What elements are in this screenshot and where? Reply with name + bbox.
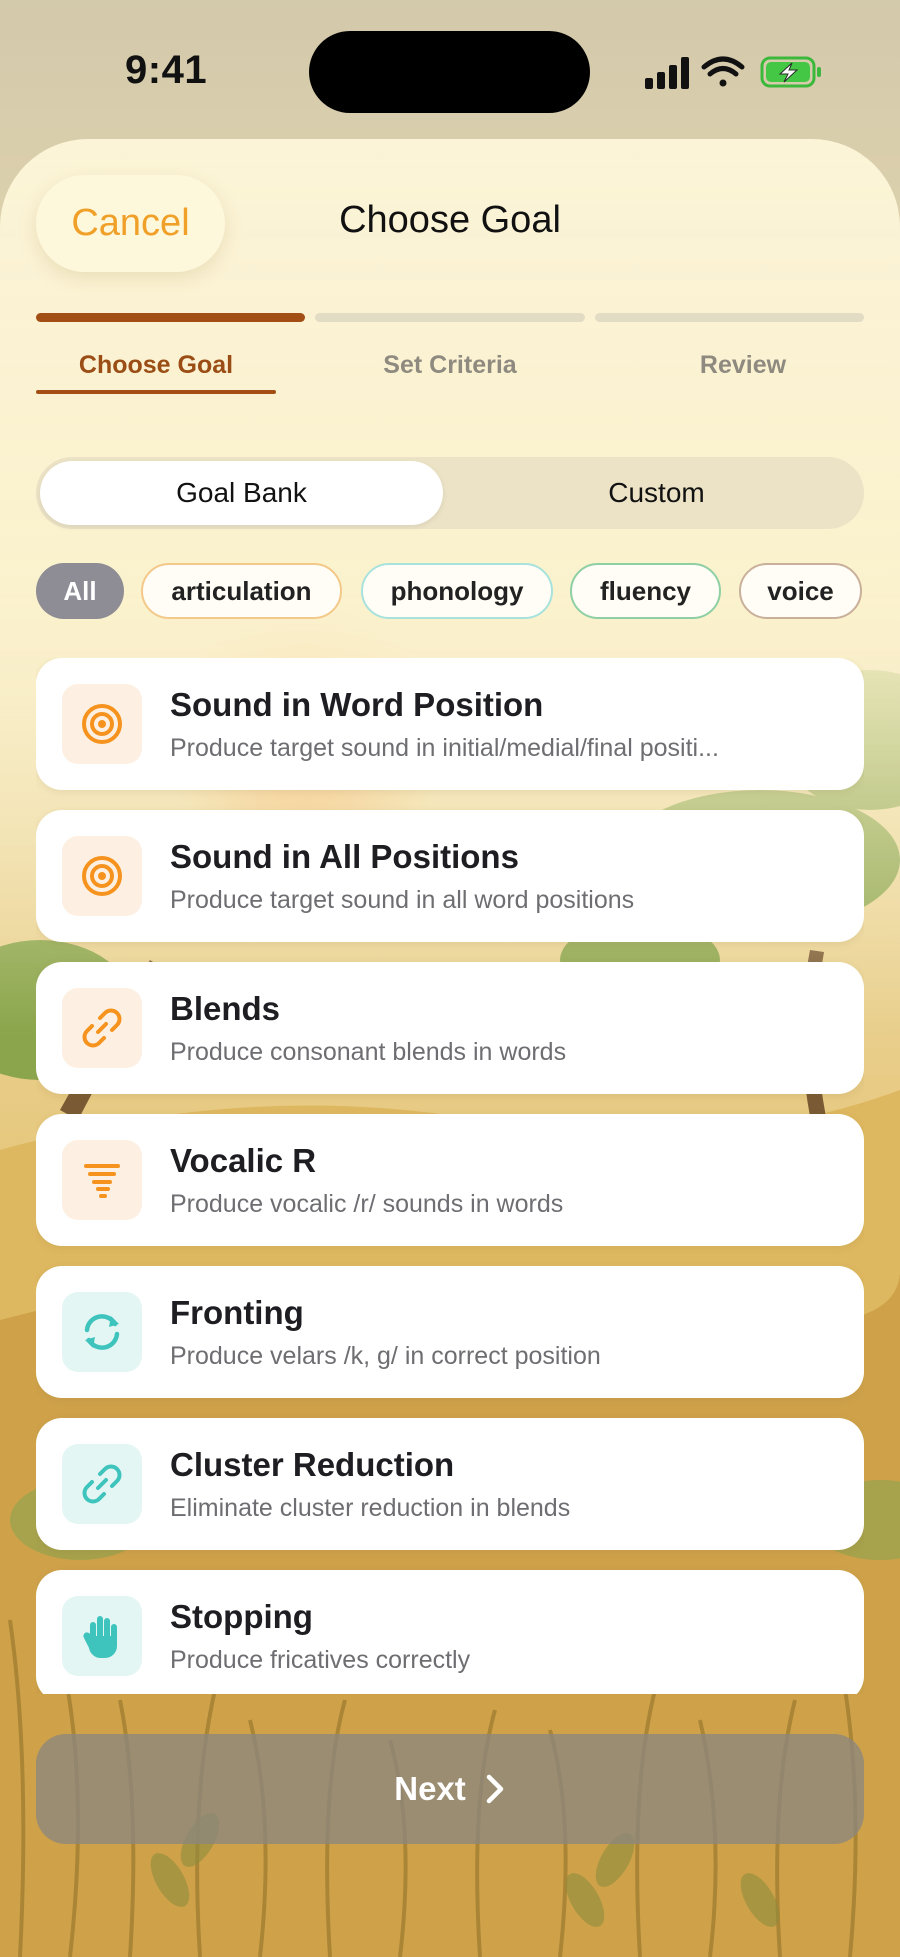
active-step-indicator	[36, 390, 276, 394]
progress-segment-3	[595, 313, 864, 322]
tab-custom[interactable]: Custom	[453, 461, 860, 525]
step-choose-goal[interactable]: Choose Goal	[36, 351, 276, 380]
filter-chip-all[interactable]: All	[36, 563, 124, 619]
step-set-criteria[interactable]: Set Criteria	[330, 351, 570, 380]
goal-description: Produce target sound in initial/medial/f…	[170, 734, 719, 762]
dynamic-island	[309, 31, 590, 113]
signal-icon	[645, 57, 689, 89]
goal-description: Eliminate cluster reduction in blends	[170, 1494, 571, 1522]
target-icon	[62, 836, 142, 916]
goal-card-stopping[interactable]: Stopping Produce fricatives correctly	[36, 1570, 864, 1694]
goal-card-fronting[interactable]: Fronting Produce velars /k, g/ in correc…	[36, 1266, 864, 1398]
target-icon	[62, 684, 142, 764]
goal-description: Produce vocalic /r/ sounds in words	[170, 1190, 564, 1218]
wifi-icon	[701, 56, 745, 87]
refresh-icon	[62, 1292, 142, 1372]
filter-chip-phonology[interactable]: phonology	[361, 563, 553, 619]
goal-title: Sound in Word Position	[170, 686, 544, 723]
goal-card-sound-in-word-position[interactable]: Sound in Word Position Produce target so…	[36, 658, 864, 790]
filter-chip-voice[interactable]: voice	[739, 563, 862, 619]
tab-goal-bank[interactable]: Goal Bank	[40, 461, 443, 525]
step-review[interactable]: Review	[623, 351, 863, 380]
status-time: 9:41	[125, 48, 208, 92]
goal-title: Stopping	[170, 1598, 313, 1635]
goal-list: Sound in Word Position Produce target so…	[36, 658, 864, 1694]
filter-chip-articulation[interactable]: articulation	[141, 563, 342, 619]
page-title: Choose Goal	[339, 199, 561, 241]
battery-charging-icon	[760, 56, 821, 88]
goal-description: Produce consonant blends in words	[170, 1038, 567, 1066]
chevron-right-icon	[486, 1774, 504, 1804]
progress-segment-1	[36, 313, 305, 322]
hand-icon	[62, 1596, 142, 1676]
goal-sheet: Cancel Choose Goal Choose Goal Set Crite…	[0, 139, 900, 1957]
goal-description: Produce velars /k, g/ in correct positio…	[170, 1342, 601, 1370]
goal-card-sound-in-all-positions[interactable]: Sound in All Positions Produce target so…	[36, 810, 864, 942]
goal-title: Cluster Reduction	[170, 1446, 455, 1483]
goal-card-cluster-reduction[interactable]: Cluster Reduction Eliminate cluster redu…	[36, 1418, 864, 1550]
next-button-label: Next	[394, 1770, 466, 1807]
goal-card-blends[interactable]: Blends Produce consonant blends in words	[36, 962, 864, 1094]
next-button[interactable]: Next	[36, 1734, 864, 1844]
goal-title: Sound in All Positions	[170, 838, 519, 875]
goal-title: Blends	[170, 990, 281, 1027]
goal-description: Produce fricatives correctly	[170, 1646, 471, 1674]
status-icons	[645, 56, 821, 89]
filter-chip-fluency[interactable]: fluency	[570, 563, 721, 619]
goal-description: Produce target sound in all word positio…	[170, 886, 635, 914]
link-icon	[62, 1444, 142, 1524]
progress-segment-2	[315, 313, 585, 322]
goal-source-toggle: Goal Bank Custom	[36, 457, 864, 529]
tornado-icon	[62, 1140, 142, 1220]
goal-card-vocalic-r[interactable]: Vocalic R Produce vocalic /r/ sounds in …	[36, 1114, 864, 1246]
link-icon	[62, 988, 142, 1068]
goal-title: Fronting	[170, 1294, 304, 1331]
goal-title: Vocalic R	[170, 1142, 317, 1179]
